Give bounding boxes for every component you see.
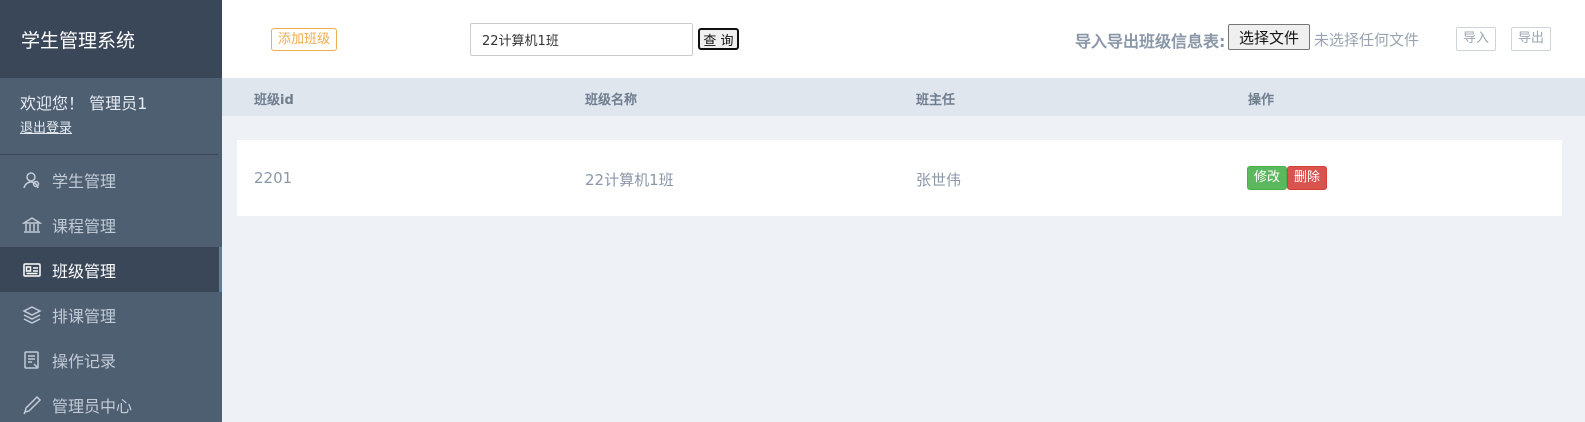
- column-header-actions: 操作: [1248, 93, 1275, 108]
- import-export-label: 导入导出班级信息表:: [1075, 32, 1226, 51]
- file-status-text: 未选择任何文件: [1314, 31, 1420, 49]
- export-button[interactable]: 导出: [1511, 27, 1551, 51]
- add-class-button[interactable]: 添加班级: [271, 28, 338, 51]
- bank-icon: [22, 215, 42, 235]
- sidebar-item-courses[interactable]: 课程管理: [0, 202, 222, 247]
- column-header-id: 班级id: [254, 93, 294, 108]
- sidebar-item-logs[interactable]: 操作记录: [0, 337, 222, 382]
- search-input[interactable]: [470, 23, 693, 56]
- pen-icon: [22, 395, 42, 415]
- import-button[interactable]: 导入: [1456, 27, 1496, 51]
- table-header: 班级id 班级名称 班主任 操作: [222, 78, 1585, 116]
- sidebar-nav: 学生管理 课程管理 班级管理 排课管理 操作记录 管理员中心: [0, 157, 222, 422]
- sidebar-item-label: 管理员中心: [52, 396, 133, 416]
- cell-class-id: 2201: [254, 169, 293, 187]
- welcome-text: 欢迎您！ 管理员1: [20, 94, 148, 113]
- sidebar-item-label: 排课管理: [52, 306, 117, 326]
- toolbar: 添加班级 查 询 导入导出班级信息表: 选择文件 未选择任何文件 导入 导出: [222, 0, 1585, 78]
- layers-icon: [22, 305, 42, 325]
- sidebar-item-label: 课程管理: [52, 216, 117, 236]
- id-card-icon: [22, 260, 42, 280]
- document-icon: [22, 350, 42, 370]
- sidebar-item-schedule[interactable]: 排课管理: [0, 292, 222, 337]
- column-header-teacher: 班主任: [916, 93, 956, 108]
- cell-class-name: 22计算机1班: [585, 171, 674, 189]
- sidebar-item-students[interactable]: 学生管理: [0, 157, 222, 202]
- sidebar-item-label: 班级管理: [52, 261, 117, 281]
- choose-file-button[interactable]: 选择文件: [1228, 24, 1310, 50]
- sidebar-item-admin[interactable]: 管理员中心: [0, 382, 222, 422]
- cell-teacher: 张世伟: [916, 171, 962, 189]
- edit-button[interactable]: 修改: [1247, 166, 1287, 190]
- user-panel: 欢迎您！ 管理员1 退出登录: [0, 78, 218, 155]
- delete-button[interactable]: 删除: [1287, 166, 1327, 190]
- sidebar-item-classes[interactable]: 班级管理: [0, 247, 222, 292]
- table-row: 2201 22计算机1班 张世伟 修改 删除: [237, 140, 1562, 216]
- query-button[interactable]: 查 询: [698, 28, 739, 50]
- user-icon: [22, 170, 42, 190]
- sidebar: 学生管理系统 欢迎您！ 管理员1 退出登录 学生管理 课程管理 班级管理 排课管…: [0, 0, 222, 422]
- logout-link[interactable]: 退出登录: [20, 117, 72, 136]
- sidebar-item-label: 操作记录: [52, 351, 117, 371]
- column-header-name: 班级名称: [585, 93, 638, 108]
- sidebar-item-label: 学生管理: [52, 171, 117, 191]
- app-title: 学生管理系统: [0, 0, 222, 78]
